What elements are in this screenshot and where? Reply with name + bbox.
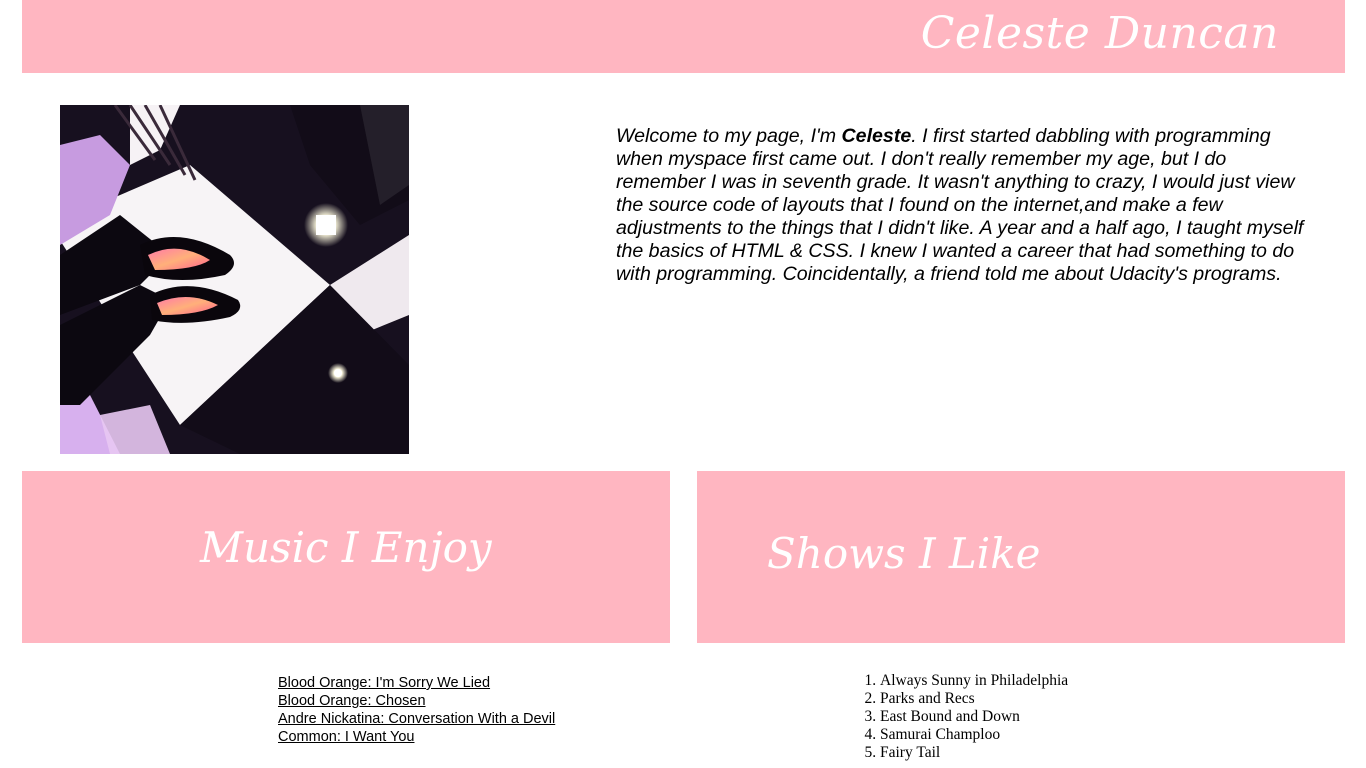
shows-panel: Shows I Like [697,471,1345,643]
shows-heading: Shows I Like [767,529,1041,578]
music-panel: Music I Enjoy [22,471,670,643]
header-banner: Celeste Duncan [22,0,1345,73]
site-title: Celeste Duncan [920,8,1279,59]
music-list: Blood Orange: I'm Sorry We Lied Blood Or… [278,674,555,746]
profile-photo-image [60,105,409,454]
music-link[interactable]: Blood Orange: I'm Sorry We Lied [278,675,490,691]
intro-text-start: Welcome to my page, I'm [616,125,842,147]
music-link[interactable]: Common: I Want You [278,729,414,745]
list-item: Andre Nickatina: Conversation With a Dev… [278,710,555,728]
list-item: Samurai Champloo [880,726,1068,744]
list-item: Common: I Want You [278,728,555,746]
music-link[interactable]: Andre Nickatina: Conversation With a Dev… [278,711,555,727]
intro-name: Celeste [841,125,912,147]
list-item: East Bound and Down [880,708,1068,726]
list-item: Fairy Tail [880,744,1068,762]
list-item: Parks and Recs [880,690,1068,708]
music-heading: Music I Enjoy [200,523,492,572]
list-item: Always Sunny in Philadelphia [880,672,1068,690]
list-item: Blood Orange: I'm Sorry We Lied [278,674,555,692]
profile-photo [60,105,409,454]
intro-text-rest: . I first started dabbling with programm… [616,125,1304,285]
shows-list: Always Sunny in Philadelphia Parks and R… [880,672,1068,762]
music-link[interactable]: Blood Orange: Chosen [278,693,426,709]
intro-paragraph: Welcome to my page, I'm Celeste. I first… [616,125,1306,286]
list-item: Blood Orange: Chosen [278,692,555,710]
